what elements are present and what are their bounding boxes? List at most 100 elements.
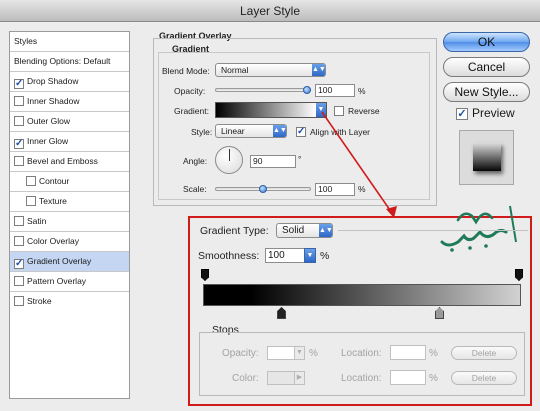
style-item-checkbox[interactable] bbox=[26, 196, 36, 206]
gradient-type-select[interactable]: Solid ▲▼ bbox=[276, 223, 333, 238]
blend-mode-value: Normal bbox=[221, 65, 249, 75]
select-arrows-icon: ▲▼ bbox=[319, 224, 333, 237]
align-with-layer-label: Align with Layer bbox=[310, 127, 371, 137]
select-arrows-icon: ▲▼ bbox=[273, 125, 287, 137]
gradient-preview-bar[interactable] bbox=[203, 284, 521, 306]
smoothness-dropdown-button[interactable]: ▼ bbox=[304, 248, 316, 263]
cancel-button[interactable]: Cancel bbox=[443, 57, 530, 77]
opacity-stop-left[interactable] bbox=[201, 269, 209, 281]
delete-color-stop-button[interactable]: Delete bbox=[451, 371, 517, 385]
delete-color-stop-label: Delete bbox=[471, 373, 497, 383]
angle-value: 90 bbox=[253, 156, 263, 166]
style-item-label: Inner Glow bbox=[27, 136, 69, 146]
style-label: Style: bbox=[191, 127, 213, 137]
style-item-checkbox[interactable] bbox=[14, 296, 24, 306]
style-item-label: Bevel and Emboss bbox=[27, 156, 98, 166]
style-item-checkbox[interactable]: ✓ bbox=[14, 259, 24, 269]
stop-location2-label: Location: bbox=[341, 373, 382, 384]
stop-location2-unit: % bbox=[429, 373, 438, 384]
scale-unit: % bbox=[358, 184, 366, 194]
style-item-color-overlay[interactable]: Color Overlay bbox=[10, 232, 129, 252]
style-item-label: Pattern Overlay bbox=[27, 276, 87, 286]
ok-button[interactable]: OK bbox=[443, 32, 530, 52]
style-item-checkbox[interactable] bbox=[14, 236, 24, 246]
style-item-checkbox[interactable]: ✓ bbox=[14, 139, 24, 149]
cancel-button-label: Cancel bbox=[467, 60, 506, 74]
style-item-checkbox[interactable] bbox=[14, 276, 24, 286]
chevron-down-icon: ▼ bbox=[296, 349, 303, 356]
stop-location-label: Location: bbox=[341, 348, 382, 359]
stop-location-unit: % bbox=[429, 348, 438, 359]
style-item-satin[interactable]: Satin bbox=[10, 212, 129, 232]
scale-field[interactable]: 100 bbox=[315, 183, 355, 196]
style-item-checkbox[interactable] bbox=[14, 156, 24, 166]
opacity-slider-thumb[interactable] bbox=[303, 86, 311, 94]
gradient-dropdown-button[interactable]: ▼ bbox=[316, 102, 327, 118]
style-select[interactable]: Linear ▲▼ bbox=[215, 124, 287, 138]
style-item-checkbox[interactable] bbox=[26, 176, 36, 186]
style-item-label: Inner Shadow bbox=[27, 96, 80, 106]
style-value: Linear bbox=[221, 126, 245, 136]
preview-swatch bbox=[473, 143, 501, 171]
scale-label: Scale: bbox=[183, 184, 207, 194]
preview-checkbox[interactable]: ✓ bbox=[456, 108, 468, 120]
stop-location2-field[interactable] bbox=[390, 370, 426, 385]
style-item-inner-shadow[interactable]: Inner Shadow bbox=[10, 92, 129, 112]
align-with-layer-checkbox[interactable]: ✓ bbox=[296, 127, 306, 137]
stop-color-swatch[interactable] bbox=[267, 371, 295, 385]
gradient-swatch[interactable] bbox=[215, 102, 317, 118]
angle-label: Angle: bbox=[183, 156, 208, 166]
opacity-stop-right[interactable] bbox=[515, 269, 523, 281]
style-item-outer-glow[interactable]: Outer Glow bbox=[10, 112, 129, 132]
style-item-drop-shadow[interactable]: ✓ Drop Shadow bbox=[10, 72, 129, 92]
stop-opacity-dropdown[interactable]: ▼ bbox=[294, 346, 305, 360]
stop-color-dropdown[interactable]: ▶ bbox=[294, 371, 305, 385]
preview-label: Preview bbox=[472, 106, 515, 120]
style-item-checkbox[interactable] bbox=[14, 116, 24, 126]
new-style-button[interactable]: New Style... bbox=[443, 82, 530, 102]
color-stop-gray[interactable] bbox=[435, 307, 444, 319]
style-item-stroke[interactable]: Stroke bbox=[10, 292, 129, 312]
reverse-checkbox[interactable] bbox=[334, 106, 344, 116]
style-item-checkbox[interactable]: ✓ bbox=[14, 79, 24, 89]
style-item-texture[interactable]: Texture bbox=[10, 192, 129, 212]
color-stop-black[interactable] bbox=[277, 307, 286, 319]
style-item-contour[interactable]: Contour bbox=[10, 172, 129, 192]
style-item-blending-options-default[interactable]: Blending Options: Default bbox=[10, 52, 129, 72]
stop-location-field[interactable] bbox=[390, 345, 426, 360]
window-title: Layer Style bbox=[239, 4, 301, 18]
blend-mode-select[interactable]: Normal ▲▼ bbox=[215, 63, 326, 77]
smoothness-field[interactable]: 100 bbox=[265, 248, 306, 263]
style-item-pattern-overlay[interactable]: Pattern Overlay bbox=[10, 272, 129, 292]
gradient-type-value: Solid bbox=[282, 225, 305, 236]
styles-header[interactable]: Styles bbox=[10, 32, 129, 52]
delete-opacity-stop-label: Delete bbox=[471, 348, 497, 358]
smoothness-label: Smoothness: bbox=[198, 250, 260, 262]
style-item-checkbox[interactable] bbox=[14, 96, 24, 106]
new-style-button-label: New Style... bbox=[454, 85, 519, 99]
style-item-label: Color Overlay bbox=[27, 236, 79, 246]
style-item-checkbox[interactable] bbox=[14, 216, 24, 226]
angle-dial[interactable] bbox=[215, 146, 243, 174]
delete-opacity-stop-button[interactable]: Delete bbox=[451, 346, 517, 360]
opacity-label: Opacity: bbox=[174, 86, 206, 96]
stop-opacity-field[interactable] bbox=[267, 346, 295, 360]
chevron-down-icon: ▼ bbox=[306, 252, 314, 259]
gradient-editor-callout: Gradient Type: Solid ▲▼ Smoothness: 100 … bbox=[188, 205, 532, 406]
style-item-label: Outer Glow bbox=[27, 116, 70, 126]
scale-slider-thumb[interactable] bbox=[259, 185, 267, 193]
reverse-label: Reverse bbox=[348, 106, 380, 116]
preview-frame bbox=[459, 130, 514, 185]
angle-dial-needle bbox=[229, 149, 230, 161]
stop-opacity-label: Opacity: bbox=[222, 348, 259, 359]
gradient-label: Gradient: bbox=[174, 106, 209, 116]
stop-color-label: Color: bbox=[232, 373, 259, 384]
style-item-bevel-and-emboss[interactable]: Bevel and Emboss bbox=[10, 152, 129, 172]
opacity-slider-track[interactable] bbox=[215, 88, 311, 92]
angle-unit: ° bbox=[298, 154, 302, 164]
window-title-bar: Layer Style bbox=[0, 0, 540, 22]
angle-field[interactable]: 90 bbox=[250, 155, 296, 168]
style-item-gradient-overlay[interactable]: ✓ Gradient Overlay bbox=[10, 252, 129, 272]
style-item-inner-glow[interactable]: ✓ Inner Glow bbox=[10, 132, 129, 152]
opacity-field[interactable]: 100 bbox=[315, 84, 355, 97]
